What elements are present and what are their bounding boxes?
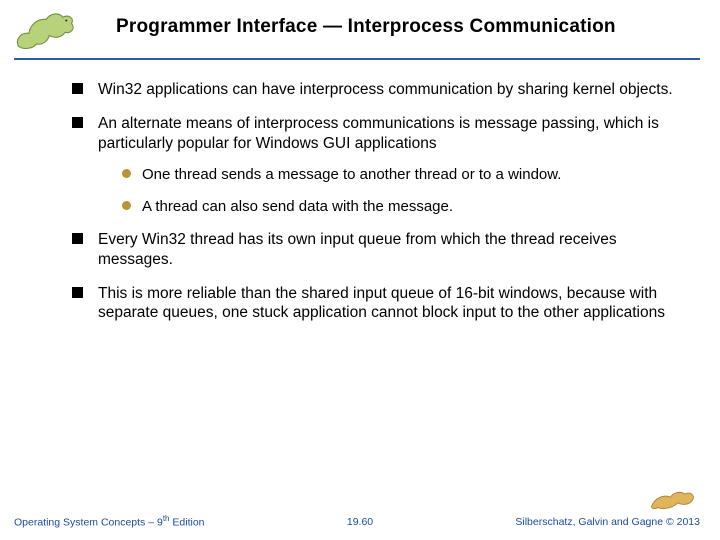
dinosaur-image-top (14, 6, 78, 50)
sub-bullet-text: A thread can also send data with the mes… (142, 198, 453, 215)
list-item: An alternate means of interprocess commu… (72, 114, 692, 216)
slide-title: Programmer Interface — Interprocess Comm… (116, 16, 700, 38)
bullet-text: An alternate means of interprocess commu… (98, 115, 659, 152)
footer: Operating System Concepts – 9th Edition … (0, 494, 720, 540)
list-item: Win32 applications can have interprocess… (72, 80, 692, 100)
slide: Programmer Interface — Interprocess Comm… (0, 0, 720, 540)
header-divider (14, 58, 700, 60)
header: Programmer Interface — Interprocess Comm… (0, 10, 720, 64)
bullet-text: This is more reliable than the shared in… (98, 285, 665, 322)
footer-right: Silberschatz, Galvin and Gagne © 2013 (515, 516, 700, 528)
bullet-text: Every Win32 thread has its own input que… (98, 231, 617, 268)
slide-body: Win32 applications can have interprocess… (0, 80, 720, 480)
list-item: A thread can also send data with the mes… (122, 197, 692, 216)
dinosaur-image-bottom (646, 482, 700, 510)
list-item: Every Win32 thread has its own input que… (72, 230, 692, 270)
list-item: One thread sends a message to another th… (122, 165, 692, 184)
sub-bullet-text: One thread sends a message to another th… (142, 166, 561, 183)
bullet-list: Win32 applications can have interprocess… (72, 80, 692, 323)
bullet-text: Win32 applications can have interprocess… (98, 81, 673, 98)
list-item: This is more reliable than the shared in… (72, 284, 692, 324)
sub-bullet-list: One thread sends a message to another th… (122, 165, 692, 215)
